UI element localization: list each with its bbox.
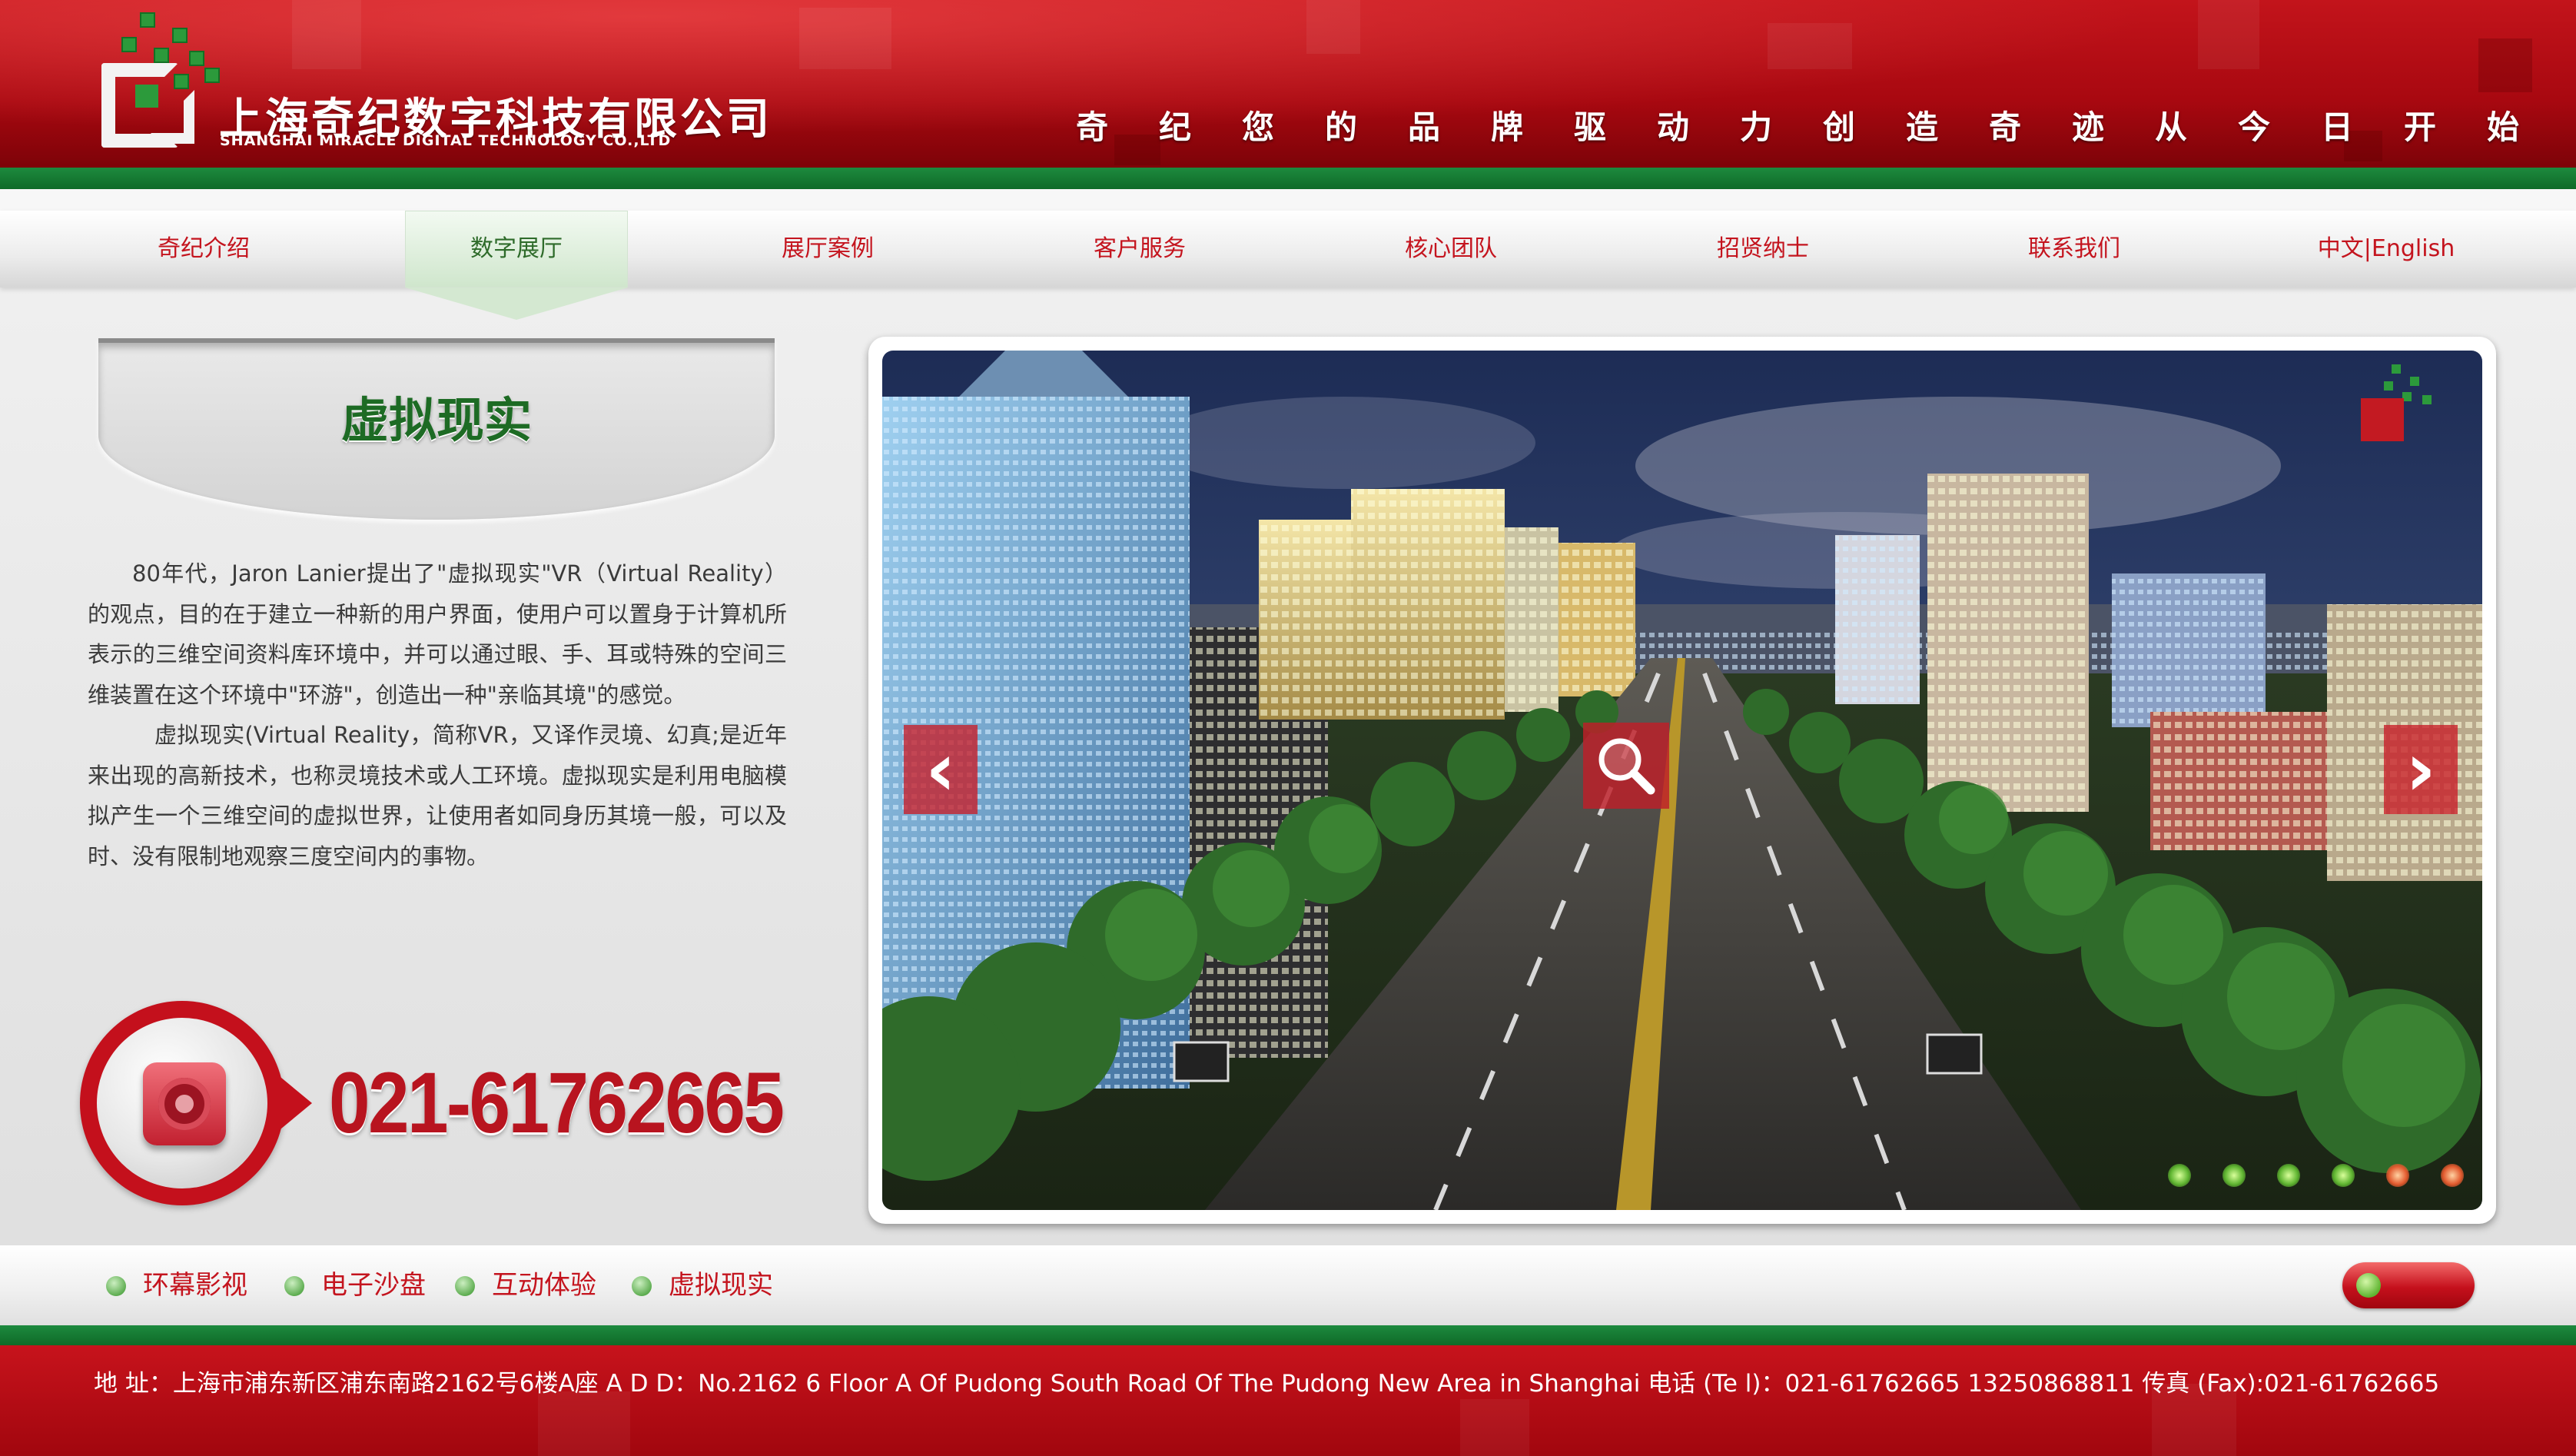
nav-item-team[interactable]: 核心团队 — [1339, 211, 1562, 288]
bullet-icon — [284, 1276, 304, 1296]
slide-indicators — [2140, 1164, 2464, 1195]
category-item-interactive[interactable]: 互动体验 — [455, 1268, 596, 1302]
footer-divider — [0, 1325, 2576, 1345]
main-nav: 奇纪介绍 数字展厅 展厅案例 客户服务 核心团队 招贤纳士 联系我们 中文|En… — [0, 211, 2576, 288]
intro-paragraph-1: 80年代，Jaron Lanier提出了"虚拟现实"VR（Virtual Rea… — [88, 560, 787, 708]
telephone-icon — [143, 1062, 226, 1145]
nav-item-careers[interactable]: 招贤纳士 — [1651, 211, 1874, 288]
active-nav-pointer — [405, 288, 628, 320]
category-item-ring-screen[interactable]: 环幕影视 — [106, 1268, 247, 1302]
company-logo[interactable] — [98, 9, 229, 155]
toggle-knob — [2356, 1273, 2381, 1298]
chevron-right-icon: › — [2405, 726, 2436, 813]
nav-item-digital-hall[interactable]: 数字展厅 — [405, 211, 628, 288]
category-item-sand-table[interactable]: 电子沙盘 — [284, 1268, 426, 1302]
header-banner: 上海奇纪数字科技有限公司 SHANGHAI MIRACLE DIGITAL TE… — [0, 0, 2576, 168]
slide-indicator[interactable] — [2222, 1164, 2246, 1187]
intro-text: 80年代，Jaron Lanier提出了"虚拟现实"VR（Virtual Rea… — [88, 553, 787, 876]
prev-slide-button[interactable]: ‹ — [904, 725, 978, 814]
bullet-icon — [106, 1276, 126, 1296]
category-item-vr[interactable]: 虚拟现实 — [632, 1268, 773, 1302]
nav-item-service[interactable]: 客户服务 — [1028, 211, 1251, 288]
nav-item-cases[interactable]: 展厅案例 — [716, 211, 939, 288]
company-name-en: SHANGHAI MIRACLE DIGITAL TECHNOLOGY CO.,… — [220, 132, 672, 149]
magnifier-icon — [1598, 738, 1655, 795]
chevron-left-icon: ‹ — [925, 726, 956, 813]
intro-paragraph-2: 虚拟现实(Virtual Reality，简称VR，又译作灵境、幻真;是近年来出… — [88, 722, 787, 869]
image-slideshow: ‹ › — [868, 337, 2496, 1224]
bullet-icon — [632, 1276, 652, 1296]
phone-number: 021-61762665 — [329, 1055, 785, 1151]
slide-indicator-active[interactable] — [2441, 1164, 2464, 1187]
slide-indicator-active[interactable] — [2385, 1164, 2409, 1187]
city-night-render — [882, 351, 2482, 1210]
slide-toggle-switch[interactable] — [2342, 1262, 2475, 1308]
nav-item-about[interactable]: 奇纪介绍 — [92, 211, 315, 288]
category-bar: 环幕影视 电子沙盘 互动体验 虚拟现实 — [0, 1245, 2576, 1325]
footer: 地 址：上海市浦东新区浦东南路2162号6楼A座 A D D：No.2162 6… — [0, 1345, 2576, 1456]
nav-item-language[interactable]: 中文|English — [2275, 211, 2498, 288]
bullet-icon — [455, 1276, 475, 1296]
nav-item-contact[interactable]: 联系我们 — [1963, 211, 2186, 288]
header-divider — [0, 168, 2576, 189]
watermark-logo-icon — [2361, 364, 2438, 441]
slide-indicator[interactable] — [2276, 1164, 2300, 1187]
zoom-button[interactable] — [1583, 723, 1669, 809]
slide-indicator[interactable] — [2167, 1164, 2191, 1187]
section-title-box: 虚拟现实 — [98, 338, 775, 520]
phone-icon-badge — [80, 1001, 312, 1205]
footer-address: 地 址：上海市浦东新区浦东南路2162号6楼A座 A D D：No.2162 6… — [94, 1370, 2440, 1398]
next-slide-button[interactable]: › — [2384, 725, 2458, 814]
slide-indicator[interactable] — [2331, 1164, 2355, 1187]
section-title: 虚拟现实 — [340, 392, 532, 448]
slogan: 奇纪您的品牌驱动力创造奇迹从今日开始 — [1076, 108, 2571, 146]
